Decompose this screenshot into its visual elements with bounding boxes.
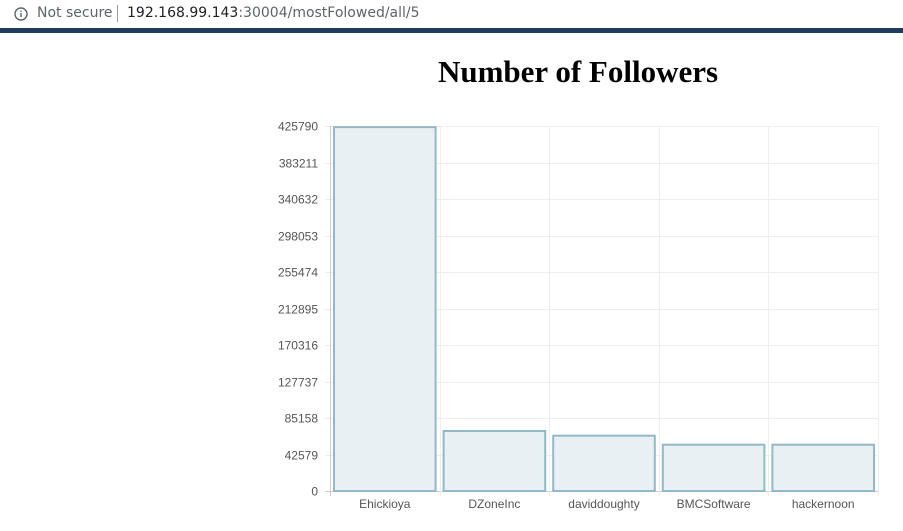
y-tick-label: 212895 bbox=[278, 303, 318, 317]
bar-chart: 0 42579 85158 127737 170316 212895 255474 29805… bbox=[278, 120, 879, 511]
bar bbox=[442, 429, 547, 493]
x-tick-label: Ehickioya bbox=[359, 497, 411, 511]
bar bbox=[661, 443, 766, 492]
y-tick-label: 170316 bbox=[278, 339, 318, 353]
bar bbox=[333, 126, 437, 492]
x-tick-label: daviddoughty bbox=[568, 497, 639, 511]
x-tick-label: BMCSoftware bbox=[677, 497, 751, 511]
y-tick-label: 0 bbox=[311, 485, 318, 499]
x-tick-label: DZoneInc bbox=[468, 497, 520, 511]
y-tick-label: 340632 bbox=[278, 193, 318, 207]
y-tick-label: 127737 bbox=[278, 376, 318, 390]
x-tick-label: hackernoon bbox=[792, 497, 855, 511]
y-tick-label: 298053 bbox=[278, 230, 318, 244]
y-tick-label: 42579 bbox=[285, 449, 319, 463]
y-tick-label: 255474 bbox=[278, 266, 318, 280]
bar bbox=[552, 434, 656, 492]
y-tick-label: 85158 bbox=[285, 412, 319, 426]
y-tick-label: 425790 bbox=[278, 120, 318, 134]
bar bbox=[771, 443, 876, 492]
y-tick-label: 383211 bbox=[279, 157, 318, 171]
